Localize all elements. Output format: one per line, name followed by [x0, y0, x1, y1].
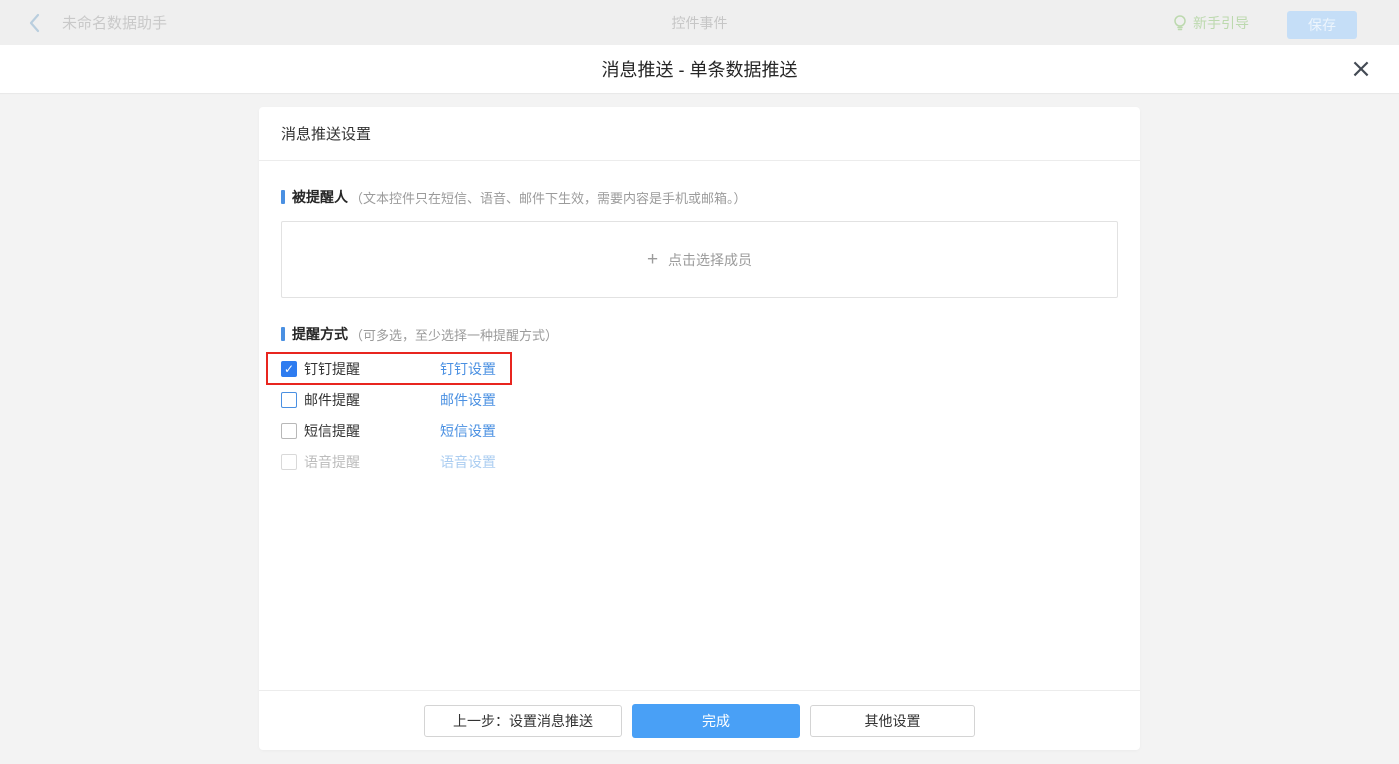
dingtalk-settings-link[interactable]: 钉钉设置 — [440, 359, 496, 379]
dialog-header: 消息推送 - 单条数据推送 × — [0, 45, 1399, 94]
select-members-button[interactable]: + 点击选择成员 — [281, 221, 1118, 298]
card-footer: 上一步：设置消息推送 完成 其他设置 — [259, 690, 1140, 750]
method-row-sms: ✓ 短信提醒 短信设置 — [281, 415, 1118, 446]
method-label: 钉钉提醒 — [304, 359, 440, 379]
previous-step-button[interactable]: 上一步：设置消息推送 — [424, 705, 622, 737]
section-marker-bar — [281, 327, 285, 341]
email-settings-link[interactable]: 邮件设置 — [440, 390, 496, 410]
methods-section-title: 提醒方式 （可多选，至少选择一种提醒方式） — [281, 324, 1118, 344]
sms-checkbox[interactable]: ✓ — [281, 423, 297, 439]
method-row-dingtalk: ✓ 钉钉提醒 钉钉设置 — [281, 353, 1118, 384]
close-icon[interactable]: × — [1345, 53, 1377, 85]
recipients-label: 被提醒人 — [292, 187, 348, 207]
recipients-note: （文本控件只在短信、语音、邮件下生效，需要内容是手机或邮箱。） — [350, 188, 747, 207]
method-row-email: ✓ 邮件提醒 邮件设置 — [281, 384, 1118, 415]
section-marker-bar — [281, 190, 285, 204]
method-label: 语音提醒 — [304, 452, 440, 472]
select-members-label: 点击选择成员 — [668, 250, 752, 270]
guide-button[interactable]: 新手引导 — [1173, 13, 1249, 33]
method-row-voice: ✓ 语音提醒 语音设置 — [281, 446, 1118, 477]
plus-icon: + — [647, 249, 658, 271]
app-title: 未命名数据助手 — [62, 12, 167, 33]
app-topbar: 未命名数据助手 控件事件 新手引导 保存 — [0, 0, 1399, 45]
settings-card: 消息推送设置 被提醒人 （文本控件只在短信、语音、邮件下生效，需要内容是手机或邮… — [259, 107, 1140, 750]
method-label: 短信提醒 — [304, 421, 440, 441]
back-button[interactable] — [28, 13, 40, 33]
methods-label: 提醒方式 — [292, 324, 348, 344]
card-content: 被提醒人 （文本控件只在短信、语音、邮件下生效，需要内容是手机或邮箱。） + 点… — [259, 161, 1140, 477]
save-button[interactable]: 保存 — [1287, 11, 1357, 39]
done-button[interactable]: 完成 — [632, 704, 800, 738]
method-label: 邮件提醒 — [304, 390, 440, 410]
dingtalk-checkbox[interactable]: ✓ — [281, 361, 297, 377]
chevron-left-icon — [28, 13, 40, 33]
methods-note: （可多选，至少选择一种提醒方式） — [350, 325, 558, 344]
sms-settings-link[interactable]: 短信设置 — [440, 421, 496, 441]
card-title: 消息推送设置 — [259, 107, 1140, 161]
other-settings-button[interactable]: 其他设置 — [810, 705, 975, 737]
recipients-section-title: 被提醒人 （文本控件只在短信、语音、邮件下生效，需要内容是手机或邮箱。） — [281, 187, 1118, 207]
lightbulb-icon — [1173, 14, 1187, 32]
dialog-title: 消息推送 - 单条数据推送 — [602, 56, 798, 82]
guide-label: 新手引导 — [1193, 13, 1249, 33]
check-icon: ✓ — [284, 363, 294, 375]
dialog-body: 消息推送设置 被提醒人 （文本控件只在短信、语音、邮件下生效，需要内容是手机或邮… — [0, 95, 1399, 764]
method-rows: ✓ 钉钉提醒 钉钉设置 ✓ 邮件提醒 邮件设置 — [281, 353, 1118, 477]
voice-settings-link: 语音设置 — [440, 452, 496, 472]
email-checkbox[interactable]: ✓ — [281, 392, 297, 408]
methods-section: 提醒方式 （可多选，至少选择一种提醒方式） ✓ 钉钉提醒 钉钉设置 — [281, 324, 1118, 477]
voice-checkbox[interactable]: ✓ — [281, 454, 297, 470]
